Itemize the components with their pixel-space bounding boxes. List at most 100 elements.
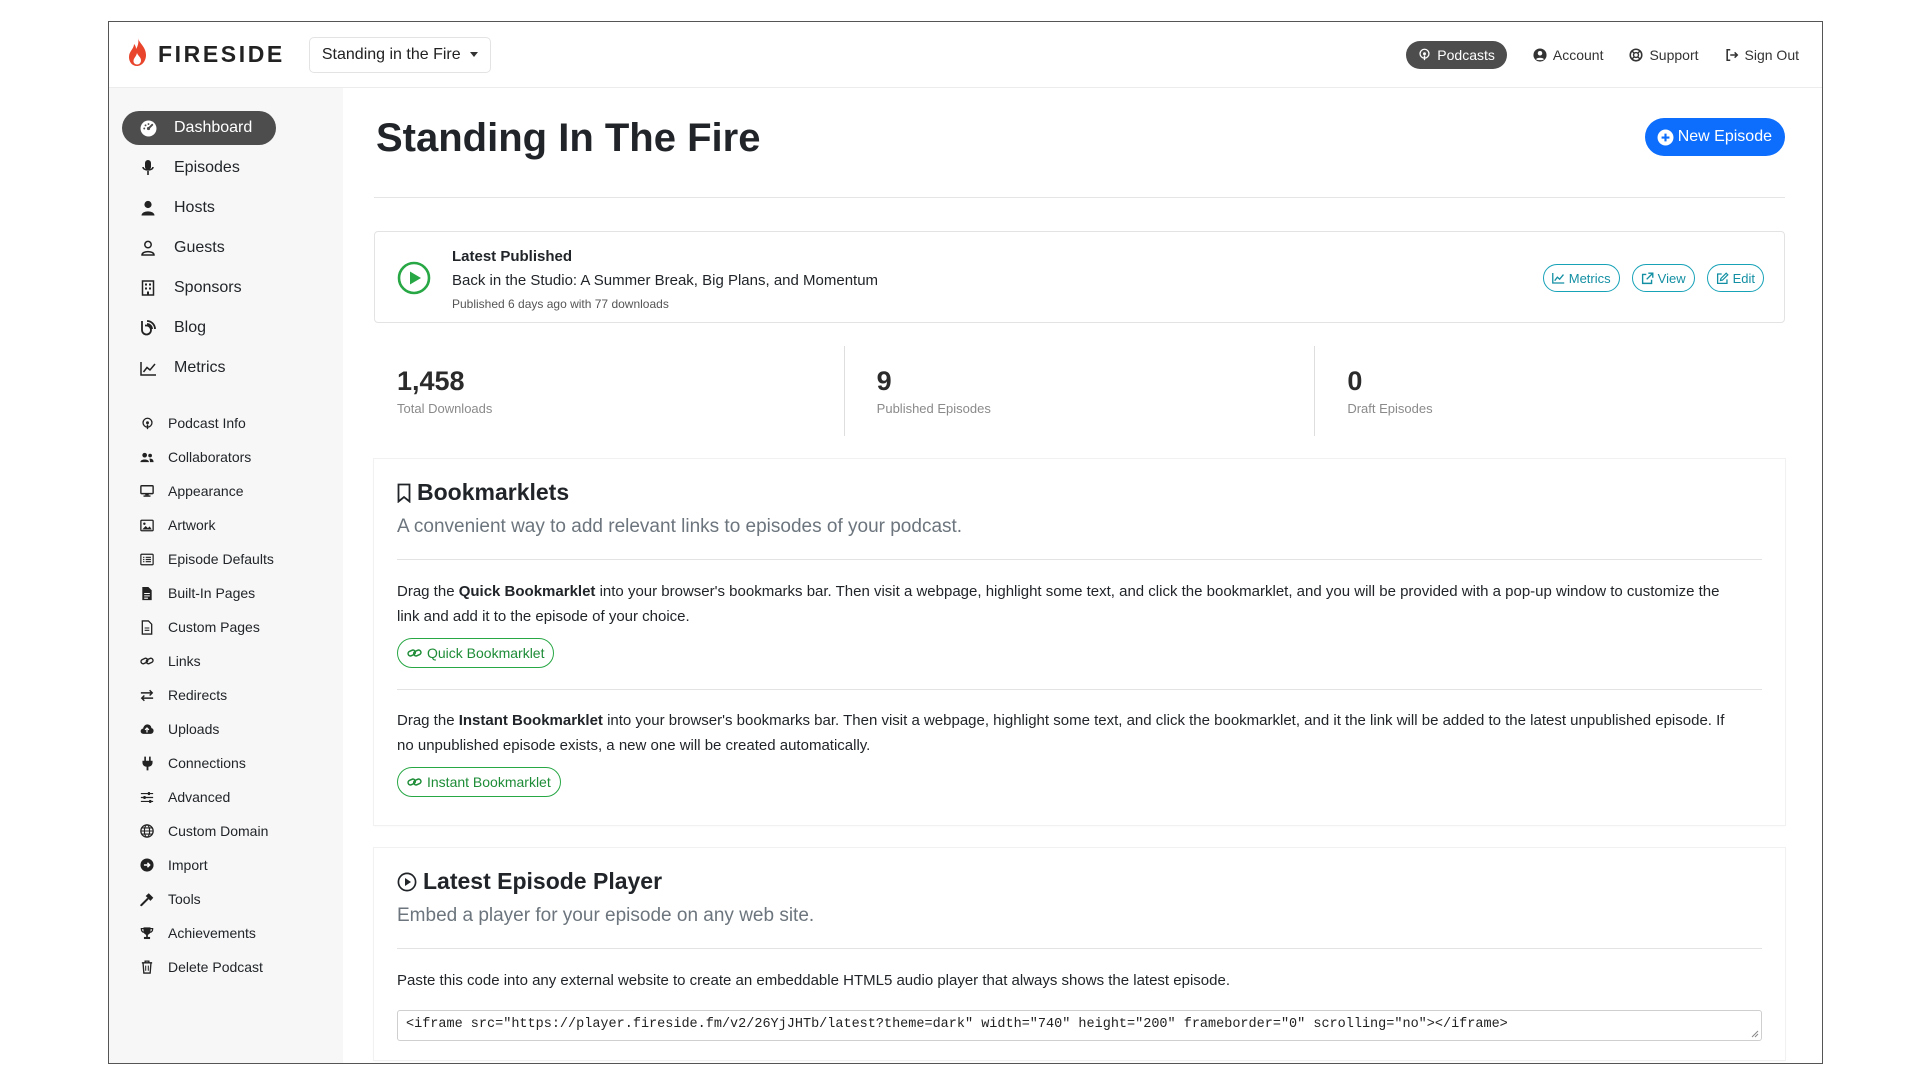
divider — [397, 559, 1762, 560]
new-episode-button[interactable]: New Episode — [1644, 118, 1785, 156]
sidebar-item-redirects[interactable]: Redirects — [140, 681, 343, 709]
podcast-icon — [1419, 48, 1430, 61]
sidebar-item-achievements[interactable]: Achievements — [140, 919, 343, 947]
stat-total-downloads: 1,458 Total Downloads — [374, 346, 844, 436]
sidebar-item-custom-domain[interactable]: Custom Domain — [140, 817, 343, 845]
sidebar-item-label: Dashboard — [174, 119, 253, 136]
sidebar-item-delete-podcast[interactable]: Delete Podcast — [140, 953, 343, 981]
bookmarklets-heading: Bookmarklets — [397, 479, 569, 506]
view-button-label: View — [1657, 270, 1686, 286]
sidebar-item-import[interactable]: Import — [140, 851, 343, 879]
player-heading: Latest Episode Player — [397, 868, 662, 895]
stat-caption: Draft Episodes — [1347, 401, 1433, 416]
sidebar-item-episodes[interactable]: Episodes — [122, 151, 276, 185]
caret-down-icon — [469, 52, 478, 57]
sidebar-item-links[interactable]: Links — [140, 647, 343, 675]
sidebar-item-artwork[interactable]: Artwork — [140, 511, 343, 539]
sidebar-item-guests[interactable]: Guests — [122, 231, 276, 265]
lifebuoy-icon — [1629, 47, 1644, 62]
latest-episode-title[interactable]: Back in the Studio: A Summer Break, Big … — [452, 272, 878, 289]
sidebar-item-hosts[interactable]: Hosts — [122, 191, 276, 225]
sidebar-item-advanced[interactable]: Advanced — [140, 783, 343, 811]
nav-support[interactable]: Support — [1629, 41, 1699, 69]
quick-bookmarklet-description: Drag the Quick Bookmarklet into your bro… — [397, 583, 1720, 625]
edit-icon — [1716, 271, 1729, 284]
stats-row: 1,458 Total Downloads 9 Published Episod… — [374, 346, 1785, 436]
nav-sign-out[interactable]: Sign Out — [1725, 41, 1799, 69]
sidebar-item-label: Custom Pages — [168, 619, 260, 635]
sidebar-settings-nav: Podcast Info Collaborators Appearance Ar… — [109, 409, 343, 981]
trophy-icon — [140, 926, 154, 940]
sidebar-item-label: Artwork — [168, 517, 216, 533]
metrics-button-label: Metrics — [1568, 270, 1611, 286]
main-content: Standing In The Fire New Episode Latest … — [374, 88, 1785, 1063]
view-button[interactable]: View — [1631, 264, 1695, 292]
edit-button-label: Edit — [1732, 270, 1755, 286]
podcast-selector[interactable]: Standing in the Fire — [308, 36, 491, 73]
sidebar-item-sponsors[interactable]: Sponsors — [122, 271, 276, 305]
sidebar-item-dashboard[interactable]: Dashboard — [122, 111, 276, 145]
arrows-icon — [140, 689, 154, 702]
user-icon — [139, 200, 157, 216]
edit-button[interactable]: Edit — [1706, 264, 1764, 292]
quick-bookmarklet-button[interactable]: Quick Bookmarklet — [397, 638, 555, 668]
sidebar-item-tools[interactable]: Tools — [140, 885, 343, 913]
sidebar-item-label: Sponsors — [174, 279, 242, 296]
users-icon — [140, 451, 154, 464]
new-episode-label: New Episode — [1677, 128, 1772, 145]
user-outline-icon — [139, 240, 157, 256]
play-circle-icon[interactable] — [397, 261, 431, 300]
instant-bookmarklet-description: Drag the Instant Bookmarklet into your b… — [397, 712, 1725, 754]
nav-sign-out-label: Sign Out — [1744, 46, 1799, 63]
building-icon — [139, 280, 157, 296]
microphone-icon — [139, 159, 157, 177]
sidebar-item-connections[interactable]: Connections — [140, 749, 343, 777]
sidebar-item-built-in-pages[interactable]: Built-In Pages — [140, 579, 343, 607]
stat-caption: Published Episodes — [876, 401, 991, 416]
sidebar-item-episode-defaults[interactable]: Episode Defaults — [140, 545, 343, 573]
player-instructions: Paste this code into any external websit… — [397, 972, 1230, 989]
globe-icon — [140, 824, 154, 838]
sidebar-item-metrics[interactable]: Metrics — [122, 351, 276, 385]
embed-code-textarea[interactable]: <iframe src="https://player.fireside.fm/… — [397, 1010, 1762, 1041]
podcast-icon — [140, 417, 154, 430]
metrics-button[interactable]: Metrics — [1542, 264, 1620, 292]
chart-line-icon — [1551, 273, 1564, 284]
brand-logo[interactable]: FIRESIDE — [126, 37, 285, 72]
user-circle-icon — [1533, 47, 1547, 62]
link-icon — [407, 649, 422, 657]
blog-icon — [139, 320, 157, 336]
desktop-icon — [140, 484, 154, 498]
play-circle-outline-icon — [397, 872, 417, 891]
nav-account[interactable]: Account — [1533, 41, 1603, 69]
sidebar-item-label: Collaborators — [168, 449, 252, 465]
sidebar-item-blog[interactable]: Blog — [122, 311, 276, 345]
cloud-upload-icon — [140, 723, 154, 735]
sidebar-item-label: Appearance — [168, 483, 244, 499]
latest-episode-actions: Metrics View Edit — [1531, 264, 1764, 292]
sidebar-item-label: Import — [168, 857, 208, 873]
divider — [397, 948, 1762, 949]
nav-support-label: Support — [1649, 46, 1699, 63]
stat-value: 0 — [1347, 366, 1363, 396]
quick-bookmarklet-label: Quick Bookmarklet — [427, 645, 545, 661]
sidebar-item-custom-pages[interactable]: Custom Pages — [140, 613, 343, 641]
sidebar-item-label: Redirects — [168, 687, 228, 703]
bookmarklets-title: Bookmarklets — [417, 479, 570, 505]
sidebar-item-label: Links — [168, 653, 201, 669]
stat-value: 1,458 — [397, 366, 465, 396]
nav-podcasts[interactable]: Podcasts — [1406, 40, 1507, 69]
link-icon — [407, 778, 422, 786]
resize-handle-icon[interactable] — [1751, 1030, 1759, 1038]
bookmarklets-subtitle: A convenient way to add relevant links t… — [397, 516, 963, 537]
file-icon — [140, 586, 154, 601]
sidebar-item-collaborators[interactable]: Collaborators — [140, 443, 343, 471]
brand-name: FIRESIDE — [158, 41, 285, 67]
bookmarklets-section: Bookmarklets A convenient way to add rel… — [374, 459, 1785, 825]
sidebar-item-uploads[interactable]: Uploads — [140, 715, 343, 743]
sidebar-item-podcast-info[interactable]: Podcast Info — [140, 409, 343, 437]
sliders-icon — [140, 791, 154, 804]
bookmark-icon — [397, 483, 411, 503]
sidebar-item-appearance[interactable]: Appearance — [140, 477, 343, 505]
instant-bookmarklet-button[interactable]: Instant Bookmarklet — [397, 767, 561, 797]
